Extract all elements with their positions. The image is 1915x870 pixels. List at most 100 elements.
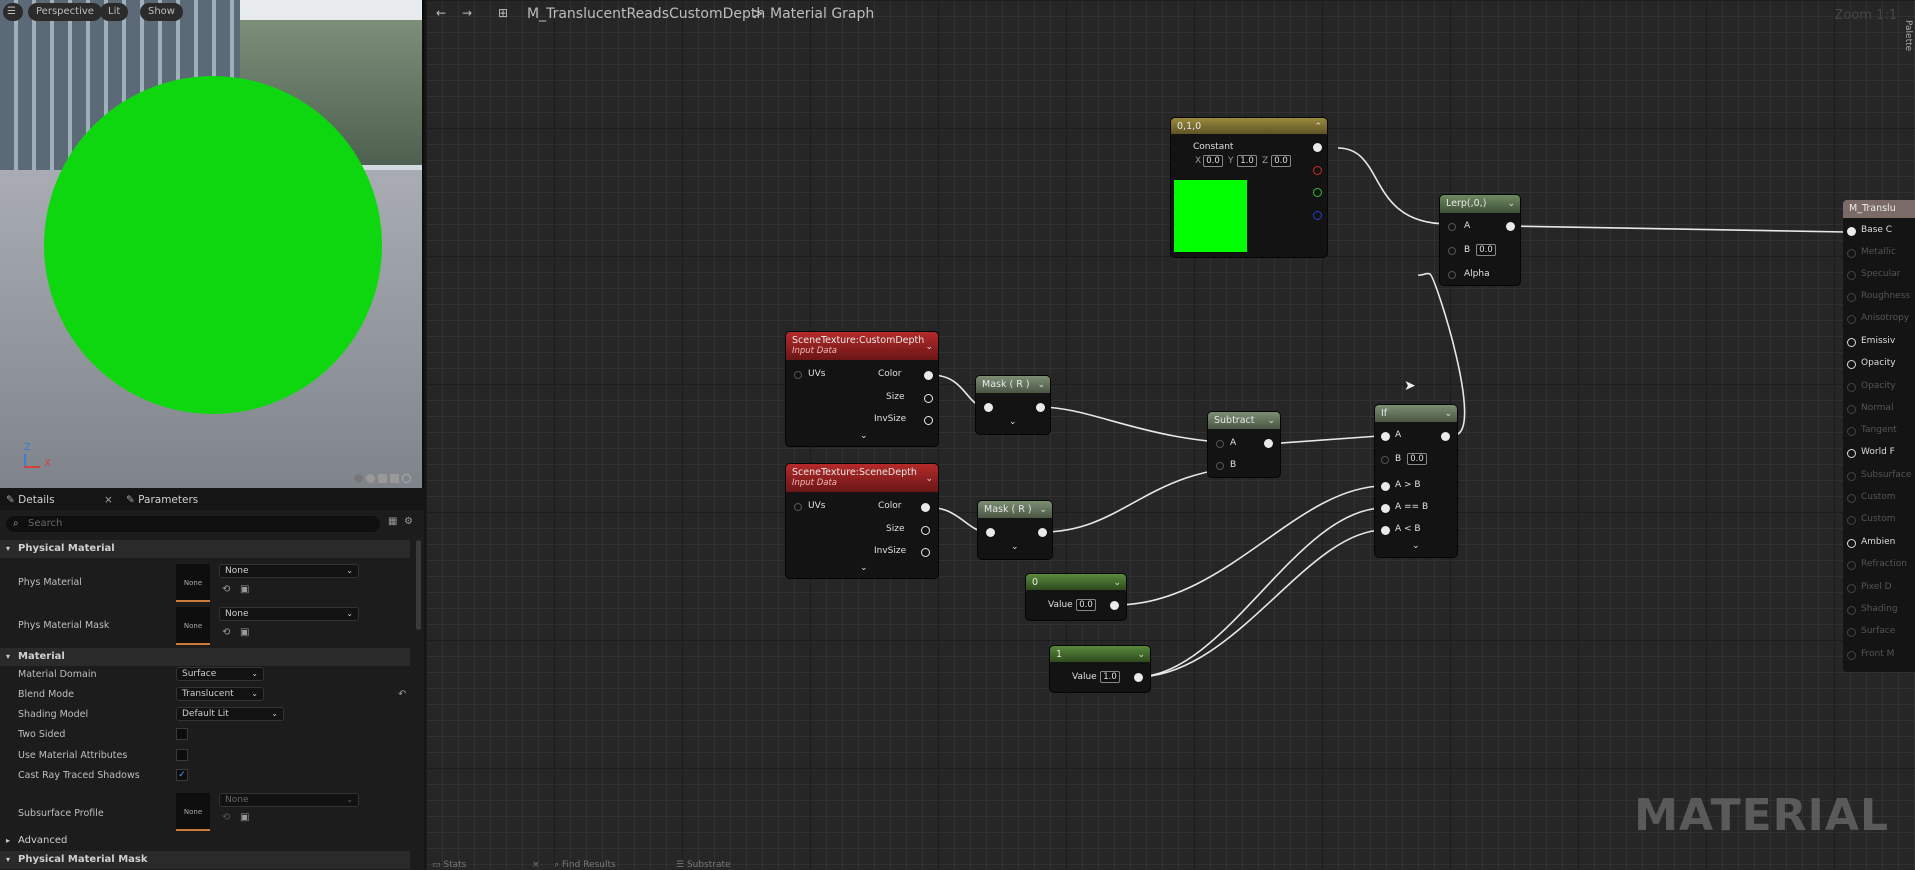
expand-chevron-icon[interactable]: ⌄ bbox=[1412, 541, 1420, 551]
input-alpha-pin[interactable] bbox=[1448, 271, 1456, 279]
shading-model-dropdown[interactable]: Default Lit ⌄ bbox=[176, 707, 284, 721]
tab-stats[interactable]: ▭ Stats bbox=[432, 860, 466, 870]
output-pin[interactable] bbox=[1264, 439, 1273, 448]
pin[interactable] bbox=[1847, 405, 1856, 414]
section-advanced[interactable]: ▸ Advanced bbox=[0, 832, 410, 850]
pin[interactable] bbox=[1847, 651, 1856, 660]
custom-mesh-icon[interactable] bbox=[402, 474, 411, 483]
expand-chevron-icon[interactable]: ⌄ bbox=[860, 431, 868, 441]
output-pin-row[interactable]: Opacity bbox=[1843, 357, 1915, 373]
pin[interactable] bbox=[1847, 494, 1856, 503]
pin[interactable] bbox=[1847, 516, 1856, 525]
two-sided-checkbox[interactable] bbox=[176, 728, 188, 740]
node-header[interactable]: Mask ( R ) ⌄ bbox=[978, 501, 1052, 518]
blend-mode-dropdown[interactable]: Translucent ⌄ bbox=[176, 687, 264, 701]
output-pin-row[interactable]: Pixel D bbox=[1843, 581, 1915, 597]
scenetexture-scenedepth-node[interactable]: SceneTexture:SceneDepth Input Data ⌄ UVs C… bbox=[786, 464, 938, 578]
input-a-pin[interactable] bbox=[1216, 440, 1224, 448]
pin[interactable] bbox=[1847, 472, 1856, 481]
close-tab-icon[interactable]: × bbox=[532, 860, 540, 870]
output-rgb-pin[interactable] bbox=[1313, 143, 1322, 152]
output-pin-row[interactable]: Tangent bbox=[1843, 424, 1915, 440]
chevron-down-icon[interactable]: ⌄ bbox=[1267, 416, 1275, 426]
material-domain-dropdown[interactable]: Surface ⌄ bbox=[176, 667, 264, 681]
phys-material-mask-thumbnail[interactable]: None bbox=[176, 607, 210, 645]
expand-chevron-icon[interactable]: ⌄ bbox=[860, 563, 868, 573]
material-result-node[interactable]: M_Translu Base C Metallic Specular Rough… bbox=[1843, 200, 1915, 672]
output-pin-row[interactable]: Anisotropy bbox=[1843, 312, 1915, 328]
pin[interactable] bbox=[1847, 360, 1856, 369]
use-material-attributes-checkbox[interactable] bbox=[176, 749, 188, 761]
settings-gear-icon[interactable]: ⚙ bbox=[404, 516, 413, 527]
b-value-field[interactable]: 0.0 bbox=[1476, 244, 1496, 256]
output-pin-row[interactable]: Base C bbox=[1843, 224, 1915, 240]
output-pin[interactable] bbox=[1134, 673, 1143, 682]
constant-zero-node[interactable]: 0 ⌄ Value 0.0 bbox=[1026, 574, 1126, 620]
output-pin-row[interactable]: Normal bbox=[1843, 402, 1915, 418]
pin[interactable] bbox=[1847, 561, 1856, 570]
phys-material-mask-dropdown[interactable]: None ⌄ bbox=[219, 607, 359, 621]
pin[interactable] bbox=[1847, 293, 1856, 302]
output-pin-row[interactable]: Roughness bbox=[1843, 290, 1915, 306]
pin[interactable] bbox=[1847, 584, 1856, 593]
cube-icon[interactable] bbox=[390, 474, 399, 483]
constant3vector-node[interactable]: 0,1,0 ⌃ Constant X 0.0 Y 1.0 Z 0.0 bbox=[1171, 118, 1327, 257]
browse-folder-icon[interactable]: ▣ bbox=[240, 584, 249, 595]
output-b-pin[interactable] bbox=[1313, 211, 1322, 220]
close-tab-icon[interactable]: × bbox=[104, 490, 113, 510]
pin[interactable] bbox=[1847, 449, 1856, 458]
node-header[interactable]: Mask ( R ) ⌄ bbox=[976, 376, 1050, 393]
tab-details[interactable]: ✎ Details bbox=[6, 490, 116, 510]
output-pin-row[interactable]: World F bbox=[1843, 446, 1915, 462]
output-size-pin[interactable] bbox=[921, 526, 930, 535]
table-view-icon[interactable]: ▦ bbox=[388, 516, 397, 527]
chevron-down-icon[interactable]: ⌄ bbox=[1137, 650, 1145, 660]
pin[interactable] bbox=[1847, 606, 1856, 615]
mask-r-node-1[interactable]: Mask ( R ) ⌄ ⌄ bbox=[976, 376, 1050, 434]
cylinder-icon[interactable] bbox=[354, 474, 363, 483]
show-button[interactable]: Show bbox=[140, 3, 183, 21]
input-a-pin[interactable] bbox=[1448, 223, 1456, 231]
output-invsize-pin[interactable] bbox=[924, 416, 933, 425]
reset-arrow-icon[interactable]: ⟲ bbox=[222, 584, 230, 595]
output-pin[interactable] bbox=[1506, 222, 1515, 231]
reset-arrow-icon[interactable]: ⟲ bbox=[222, 812, 230, 823]
section-physical-material-mask[interactable]: ▾ Physical Material Mask bbox=[0, 851, 410, 869]
output-invsize-pin[interactable] bbox=[921, 548, 930, 557]
node-header[interactable]: SceneTexture:CustomDepth Input Data ⌄ bbox=[786, 332, 938, 360]
node-header[interactable]: If ⌄ bbox=[1375, 405, 1457, 422]
pin[interactable] bbox=[1847, 315, 1856, 324]
output-pin-row[interactable]: Custom bbox=[1843, 513, 1915, 529]
if-node[interactable]: If ⌄ A B 0.0 A > B A == B A < B ⌄ bbox=[1375, 405, 1457, 557]
collapse-up-icon[interactable]: ⌃ bbox=[1314, 122, 1322, 132]
lit-button[interactable]: Lit bbox=[100, 3, 129, 21]
pin[interactable] bbox=[1847, 338, 1856, 347]
input-a-pin[interactable] bbox=[1381, 432, 1390, 441]
b-value-field[interactable]: 0.0 bbox=[1407, 453, 1427, 465]
input-aeb-pin[interactable] bbox=[1381, 504, 1390, 513]
output-g-pin[interactable] bbox=[1313, 188, 1322, 197]
y-value-field[interactable]: 1.0 bbox=[1237, 155, 1257, 167]
output-color-pin[interactable] bbox=[921, 503, 930, 512]
node-header[interactable]: SceneTexture:SceneDepth Input Data ⌄ bbox=[786, 464, 938, 492]
subtract-node[interactable]: Subtract ⌄ A B bbox=[1208, 412, 1280, 477]
expand-chevron-icon[interactable]: ⌄ bbox=[1011, 542, 1019, 552]
lerp-node[interactable]: Lerp(,0,) ⌄ A B 0.0 Alpha bbox=[1440, 195, 1520, 285]
chevron-down-icon[interactable]: ⌄ bbox=[1037, 380, 1045, 390]
node-header[interactable]: Subtract ⌄ bbox=[1208, 412, 1280, 429]
output-color-pin[interactable] bbox=[924, 371, 933, 380]
chevron-down-icon[interactable]: ⌄ bbox=[1039, 505, 1047, 515]
output-pin-row[interactable]: Ambien bbox=[1843, 536, 1915, 552]
scenetexture-customdepth-node[interactable]: SceneTexture:CustomDepth Input Data ⌄ UVs … bbox=[786, 332, 938, 446]
value-field[interactable]: 0.0 bbox=[1076, 599, 1096, 611]
node-header[interactable]: Lerp(,0,) ⌄ bbox=[1440, 195, 1520, 213]
output-pin[interactable] bbox=[1110, 601, 1119, 610]
chevron-down-icon[interactable]: ⌄ bbox=[925, 474, 933, 484]
output-pin[interactable] bbox=[1441, 432, 1450, 441]
chevron-down-icon[interactable]: ⌄ bbox=[1444, 409, 1452, 419]
preview-shape-buttons[interactable] bbox=[354, 474, 420, 486]
pin[interactable] bbox=[1847, 249, 1856, 258]
z-value-field[interactable]: 0.0 bbox=[1271, 155, 1291, 167]
output-pin-row[interactable]: Surface bbox=[1843, 625, 1915, 641]
input-b-pin[interactable] bbox=[1381, 456, 1389, 464]
